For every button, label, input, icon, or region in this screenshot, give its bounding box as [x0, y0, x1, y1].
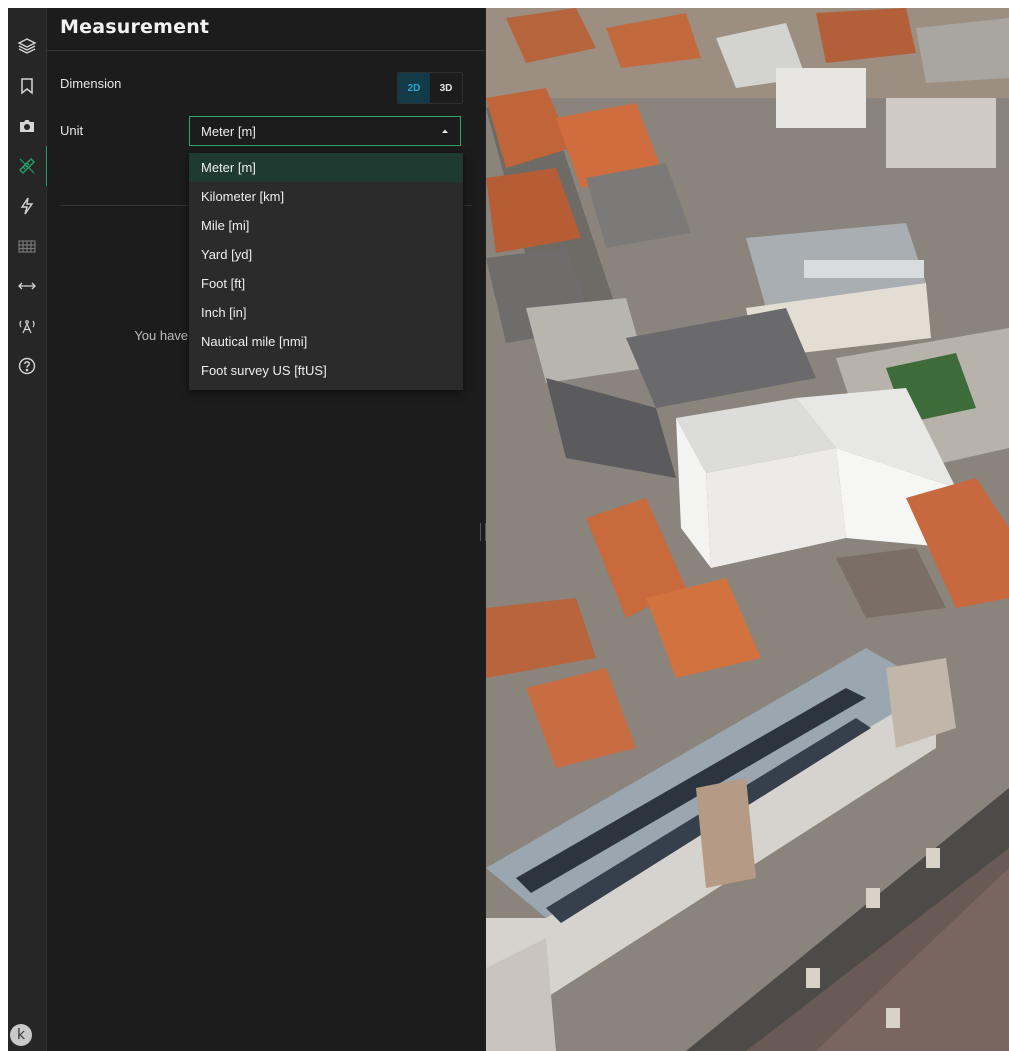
layers-icon[interactable] [8, 26, 46, 66]
measurement-icon[interactable] [8, 146, 48, 186]
dimension-toggle: 2D 3D [397, 72, 463, 104]
empty-state-message: You have r [134, 328, 196, 343]
unit-option-nautical-mile[interactable]: Nautical mile [nmi] [189, 327, 463, 356]
caret-up-icon [442, 129, 448, 133]
bookmark-icon[interactable] [8, 66, 46, 106]
sidebar-rail: k [8, 8, 48, 1051]
unit-option-yard[interactable]: Yard [yd] [189, 240, 463, 269]
panel-title: Measurement [60, 16, 210, 38]
unit-option-foot-survey-us[interactable]: Foot survey US [ftUS] [189, 356, 463, 385]
white-building [676, 388, 956, 568]
unit-dropdown-menu: Meter [m] Kilometer [km] Mile [mi] Yard … [189, 153, 463, 390]
title-divider [47, 50, 485, 51]
energy-icon[interactable] [8, 186, 46, 226]
app-window: k Measurement Dimension 2D 3D Unit Meter… [8, 8, 1009, 1051]
3d-map-view[interactable] [486, 8, 1009, 1051]
unit-option-inch[interactable]: Inch [in] [189, 298, 463, 327]
unit-option-foot[interactable]: Foot [ft] [189, 269, 463, 298]
dimension-3d-button[interactable]: 3D [430, 73, 462, 103]
dimension-2d-button[interactable]: 2D [398, 73, 430, 103]
unit-option-kilometer[interactable]: Kilometer [km] [189, 182, 463, 211]
building-icon[interactable] [8, 226, 46, 266]
camera-icon[interactable] [8, 106, 46, 146]
city-scene [486, 8, 1009, 1051]
help-icon[interactable] [8, 346, 46, 386]
dimension-label: Dimension [60, 76, 122, 91]
antenna-icon[interactable] [8, 306, 46, 346]
unit-option-meter[interactable]: Meter [m] [189, 153, 463, 182]
measurement-panel: Measurement Dimension 2D 3D Unit Meter [… [47, 8, 485, 1051]
user-avatar[interactable]: k [10, 1024, 32, 1046]
unit-select[interactable]: Meter [m] [189, 116, 461, 146]
unit-select-value: Meter [m] [201, 123, 256, 139]
unit-label: Unit [60, 123, 84, 138]
unit-option-mile[interactable]: Mile [mi] [189, 211, 463, 240]
distance-icon[interactable] [8, 266, 46, 306]
